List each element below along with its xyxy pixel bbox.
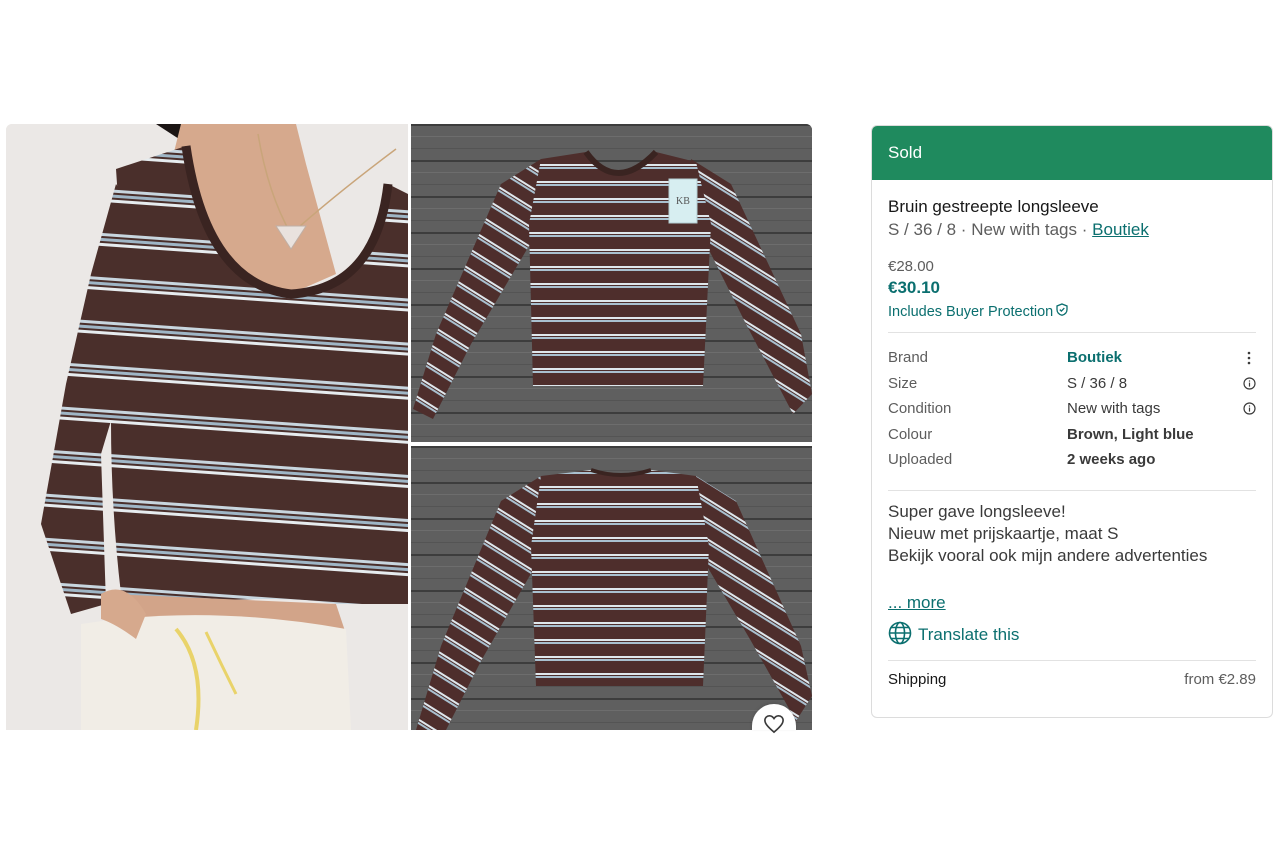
more-link[interactable]: ... more: [888, 593, 946, 613]
attribute-row-size: Size S / 36 / 8: [888, 371, 1256, 397]
product-photo-front[interactable]: KB: [411, 124, 812, 442]
shield-icon: [1056, 302, 1068, 322]
subtitle-separator: ·: [960, 220, 967, 239]
total-price: €30.10: [888, 278, 940, 297]
description-line: Super gave longsleeve!: [888, 501, 1066, 521]
item-description: Super gave longsleeve! Nieuw met prijska…: [888, 501, 1256, 567]
buyer-protection-label: Includes Buyer Protection: [888, 304, 1054, 320]
info-icon[interactable]: [1242, 376, 1256, 390]
attribute-row-brand: Brand Boutiek: [888, 345, 1256, 371]
product-photo-back[interactable]: [411, 446, 812, 730]
subtitle-size: S / 36 / 8: [888, 220, 957, 239]
heart-icon: [763, 714, 785, 737]
item-price: €28.00: [888, 258, 934, 275]
translate-label: Translate this: [918, 625, 1020, 644]
attribute-row-colour: Colour Brown, Light blue: [888, 422, 1256, 448]
item-details-panel: Sold Bruin gestreepte longsleeve S / 36 …: [871, 125, 1273, 718]
subtitle-condition: New with tags: [971, 220, 1078, 239]
buyer-protection-link[interactable]: Includes Buyer Protection: [888, 302, 1256, 322]
attribute-key: Size: [888, 374, 918, 392]
attribute-key: Uploaded: [888, 451, 953, 469]
gallery-bottom-clip: [0, 730, 830, 850]
info-icon[interactable]: [1242, 402, 1256, 416]
brand-link[interactable]: Boutiek: [1092, 220, 1149, 239]
globe-icon: [888, 621, 912, 650]
brand-value-link[interactable]: Boutiek: [1067, 349, 1242, 366]
translate-button[interactable]: Translate this: [888, 621, 1256, 650]
attribute-key: Brand: [888, 349, 929, 367]
shipping-label: Shipping: [888, 671, 947, 688]
attribute-value: New with tags: [1067, 400, 1161, 418]
description-line: Bekijk vooral ook mijn andere advertenti…: [888, 545, 1208, 565]
product-photo-main[interactable]: [6, 124, 408, 730]
more-vertical-icon[interactable]: [1242, 351, 1256, 365]
shipping-value: from €2.89: [1184, 671, 1256, 688]
item-attributes: Brand Boutiek Size S / 36 / 8 Condition …: [888, 345, 1256, 473]
attribute-key: Colour: [888, 425, 933, 443]
subtitle-separator: ·: [1081, 220, 1088, 239]
description-line: Nieuw met prijskaartje, maat S: [888, 523, 1119, 543]
shipping-row: Shipping from €2.89: [888, 661, 1256, 699]
attribute-value: S / 36 / 8: [1067, 374, 1128, 392]
attribute-value: 2 weeks ago: [1067, 451, 1156, 469]
divider: [888, 332, 1256, 333]
attribute-key: Condition: [888, 400, 952, 418]
divider: [888, 489, 1256, 491]
sold-label: Sold: [888, 143, 923, 162]
attribute-row-condition: Condition New with tags: [888, 396, 1256, 422]
item-subtitle: S / 36 / 8 · New with tags · Boutiek: [888, 219, 1256, 241]
attribute-row-uploaded: Uploaded 2 weeks ago: [888, 447, 1256, 473]
attribute-value: Brown, Light blue: [1067, 425, 1194, 443]
price-tag-text: KB: [676, 196, 690, 207]
item-title: Bruin gestreepte longsleeve: [888, 197, 1099, 216]
sold-status-banner: Sold: [872, 126, 1272, 180]
